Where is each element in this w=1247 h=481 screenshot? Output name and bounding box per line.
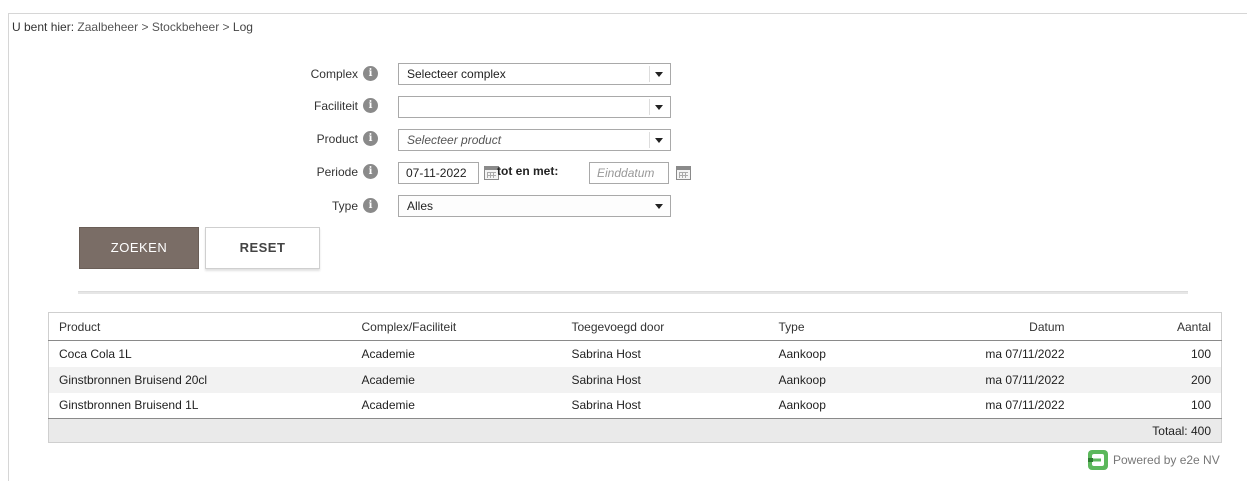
cell-amount: 200	[1074, 366, 1222, 393]
info-icon[interactable]: i	[363, 66, 378, 81]
calendar-icon[interactable]	[676, 166, 691, 180]
complex-label: Complex	[310, 67, 358, 81]
product-label-wrap: Product i	[0, 127, 380, 151]
cell-added-by: Sabrina Host	[561, 366, 769, 393]
cell-product: Coca Cola 1L	[59, 346, 132, 361]
breadcrumb-prefix: U bent hier:	[12, 20, 75, 34]
table-total: Totaal: 400	[48, 418, 1222, 443]
log-table: Product Complex/Faciliteit Toegevoegd do…	[48, 312, 1222, 443]
faciliteit-label-wrap: Faciliteit i	[0, 94, 380, 118]
cell-amount: 100	[1190, 346, 1211, 361]
cell-added-by: Sabrina Host	[571, 398, 641, 413]
breadcrumb-item-zaalbeheer[interactable]: Zaalbeheer	[77, 20, 138, 34]
column-header-toegevoegd[interactable]: Toegevoegd door	[561, 312, 769, 341]
chevron-down-icon	[655, 72, 663, 77]
select-divider	[649, 66, 650, 82]
product-select-value: Selecteer product	[407, 133, 502, 147]
select-divider	[649, 132, 650, 148]
type-label-wrap: Type i	[0, 194, 380, 218]
info-icon[interactable]: i	[363, 98, 378, 113]
breadcrumb-separator: >	[222, 20, 230, 34]
type-label: Type	[331, 199, 358, 213]
search-button[interactable]: ZOEKEN	[79, 227, 199, 269]
breadcrumb-separator: >	[141, 20, 149, 34]
powered-by-text: Powered by e2e NV	[1113, 453, 1220, 467]
cell-complex: Academie	[361, 346, 415, 361]
complex-label-wrap: Complex i	[0, 62, 380, 86]
cell-added-by: Sabrina Host	[571, 346, 641, 361]
reset-button[interactable]: RESET	[205, 227, 320, 269]
column-header-aantal[interactable]: Aantal	[1074, 312, 1222, 341]
cell-amount: 100	[1190, 398, 1211, 413]
cell-type: Aankoop	[768, 366, 919, 393]
cell-complex: Academie	[361, 398, 415, 413]
start-date-input[interactable]: 07-11-2022	[398, 162, 479, 184]
tot-en-met-label: tot en met:	[497, 164, 559, 178]
cell-date: ma 07/11/2022	[985, 398, 1065, 413]
cell-type: Aankoop	[778, 398, 826, 413]
select-divider	[649, 99, 650, 115]
column-header-product[interactable]: Product	[48, 312, 352, 341]
table-header-row: Product Complex/Faciliteit Toegevoegd do…	[48, 312, 1222, 341]
complex-select[interactable]: Selecteer complex	[398, 63, 671, 85]
type-select[interactable]: Alles	[398, 195, 671, 217]
breadcrumb-item-stockbeheer[interactable]: Stockbeheer	[152, 20, 219, 34]
powered-by[interactable]: Powered by e2e NV	[1087, 449, 1239, 471]
table-row: Ginstbronnen Bruisend 1L Academie Sabrin…	[49, 393, 1222, 419]
periode-label: Periode	[316, 165, 358, 179]
cell-product: Ginstbronnen Bruisend 20cl	[48, 366, 352, 393]
product-select[interactable]: Selecteer product	[398, 129, 671, 151]
breadcrumb: U bent hier: Zaalbeheer > Stockbeheer > …	[12, 20, 253, 34]
end-date-input[interactable]: Einddatum	[589, 162, 669, 184]
chevron-down-icon	[655, 138, 663, 143]
column-header-datum[interactable]: Datum	[918, 312, 1075, 341]
cell-date: ma 07/11/2022	[918, 366, 1075, 393]
table-row: Ginstbronnen Bruisend 20cl Academie Sabr…	[48, 366, 1222, 393]
cell-complex: Academie	[351, 366, 562, 393]
cell-type: Aankoop	[778, 346, 826, 361]
column-header-complex[interactable]: Complex/Faciliteit	[351, 312, 562, 341]
info-icon[interactable]: i	[363, 164, 378, 179]
chevron-down-icon	[655, 105, 663, 110]
top-border	[8, 13, 1247, 14]
cell-product: Ginstbronnen Bruisend 1L	[59, 398, 199, 413]
table-total-row: Totaal: 400	[48, 418, 1222, 443]
product-label: Product	[316, 132, 358, 146]
column-header-type[interactable]: Type	[768, 312, 919, 341]
cell-date: ma 07/11/2022	[985, 346, 1065, 361]
info-icon[interactable]: i	[363, 198, 378, 213]
e2e-logo-icon	[1088, 450, 1108, 470]
breadcrumb-item-log: Log	[232, 20, 253, 34]
chevron-down-icon	[655, 204, 663, 209]
faciliteit-select[interactable]	[398, 96, 671, 118]
table-row: Coca Cola 1L Academie Sabrina Host Aanko…	[49, 341, 1222, 367]
complex-select-value: Selecteer complex	[407, 67, 506, 81]
type-select-value: Alles	[407, 199, 434, 213]
faciliteit-label: Faciliteit	[313, 99, 358, 113]
periode-label-wrap: Periode i	[0, 160, 380, 184]
info-icon[interactable]: i	[363, 131, 378, 146]
divider	[78, 291, 1188, 294]
